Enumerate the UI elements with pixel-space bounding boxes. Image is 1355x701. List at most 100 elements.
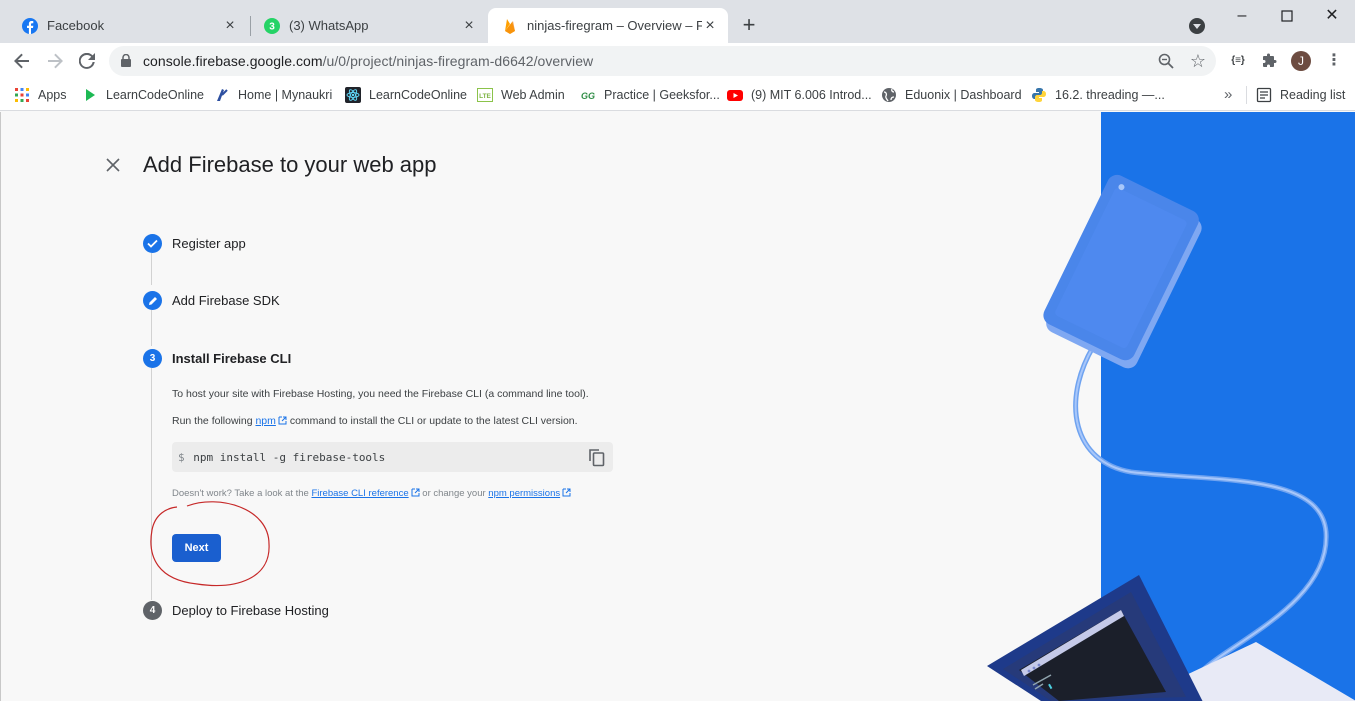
command-text[interactable]: $ npm install -g firebase-tools [178, 451, 385, 464]
step-4-label: Deploy to Firebase Hosting [172, 603, 329, 618]
mynaukri-icon [217, 89, 228, 101]
npm-link[interactable]: npm [255, 415, 275, 427]
bookmark-youtube-mit[interactable]: (9) MIT 6.006 Introd... [727, 85, 872, 105]
tab-whatsapp[interactable]: 3 (3) WhatsApp × [250, 8, 487, 43]
back-arrow-icon[interactable] [10, 49, 34, 73]
command-value: npm install -g firebase-tools [193, 451, 386, 464]
profile-avatar[interactable]: J [1291, 51, 1311, 71]
step-1-label: Register app [172, 236, 246, 251]
url-text: console.firebase.google.com/u/0/project/… [143, 53, 593, 69]
bookmark-learncodeonline[interactable]: LearnCodeOnline [82, 85, 204, 105]
step-3-number: 3 [143, 349, 162, 368]
install-run-text: Run the following npm command to install… [172, 415, 578, 427]
whatsapp-icon: 3 [264, 17, 280, 34]
firebase-icon [505, 18, 515, 34]
command-snippet[interactable]: $ npm install -g firebase-tools [172, 442, 613, 472]
reload-icon[interactable] [75, 49, 99, 73]
firebase-cli-reference-link[interactable]: Firebase CLI reference [311, 488, 408, 499]
run-suffix: command to install the CLI or update to … [286, 415, 578, 427]
apps-grid-icon [15, 88, 29, 102]
bookmark-label: Practice | Geeksfor... [604, 88, 720, 102]
step-2-label: Add Firebase SDK [172, 293, 280, 308]
geeksforgeeks-icon: GG [581, 91, 595, 101]
next-button[interactable]: Next [172, 534, 221, 562]
url-host: console.firebase.google.com [143, 53, 323, 69]
bookmark-apps[interactable]: Apps [14, 85, 67, 105]
tab-title: Facebook [47, 18, 105, 33]
bookmarks-divider [1246, 86, 1247, 104]
help-mid: or change your [419, 488, 489, 499]
forward-arrow-icon[interactable] [43, 49, 67, 73]
tab-strip: Facebook × 3 (3) WhatsApp × ninjas-fireg… [0, 0, 1355, 43]
address-bar[interactable]: console.firebase.google.com/u/0/project/… [109, 46, 1216, 76]
python-icon [1032, 88, 1046, 102]
hosting-illustration [987, 174, 1355, 701]
run-prefix: Run the following [172, 415, 256, 427]
maximize-icon[interactable] [1275, 6, 1299, 26]
help-prefix: Doesn't work? Take a look at the [172, 488, 312, 499]
page-title: Add Firebase to your web app [143, 152, 437, 177]
step-3-label: Install Firebase CLI [172, 351, 292, 366]
tab-title: ninjas-firegram – Overview – Fire [527, 18, 702, 33]
tab-search-icon[interactable] [1189, 18, 1205, 34]
firebase-setup-page: Add Firebase to your web app Register ap… [0, 112, 1355, 701]
bookmark-label: LearnCodeOnline [106, 88, 204, 102]
bookmark-star-icon[interactable]: ☆ [1190, 51, 1206, 71]
lock-icon [121, 54, 131, 67]
reading-list-icon [1256, 87, 1272, 103]
kebab-menu-icon[interactable]: ⋮ [1322, 49, 1346, 73]
external-link-icon[interactable] [562, 488, 571, 497]
bookmark-label: LearnCodeOnline [369, 88, 467, 102]
bookmark-label: Eduonix | Dashboard [905, 88, 1022, 102]
help-text: Doesn't work? Take a look at the Firebas… [172, 488, 571, 499]
stepper-rail [151, 310, 152, 346]
url-path: /u/0/project/ninjas-firegram-d6642/overv… [322, 53, 594, 69]
play-triangle-icon [86, 89, 95, 101]
close-tab-icon[interactable]: × [702, 17, 718, 34]
step-4-number: 4 [143, 601, 162, 620]
step-1-check-icon [143, 234, 162, 253]
bookmark-label: 16.2. threading —... [1055, 88, 1165, 102]
install-intro-text: To host your site with Firebase Hosting,… [172, 388, 589, 400]
youtube-icon [727, 90, 743, 101]
globe-icon [882, 88, 896, 102]
react-atom-icon [345, 87, 361, 103]
bookmark-label: Apps [38, 88, 67, 102]
minimize-icon[interactable]: – [1230, 6, 1254, 26]
bookmark-web-admin[interactable]: LTE Web Admin [477, 85, 565, 105]
close-tab-icon[interactable]: × [222, 17, 238, 34]
external-link-icon[interactable] [278, 416, 287, 425]
extension-json-icon[interactable]: {≡} [1226, 49, 1250, 73]
close-icon[interactable] [105, 157, 121, 173]
stepper-rail [151, 253, 152, 285]
bookmark-label: Web Admin [501, 88, 565, 102]
copy-icon[interactable] [588, 448, 606, 467]
lte-icon: LTE [477, 88, 493, 102]
phone-shape [1043, 174, 1202, 369]
bookmark-mynaukri[interactable]: Home | Mynaukri [214, 85, 332, 105]
close-tab-icon[interactable]: × [461, 17, 477, 34]
new-tab-plus-icon[interactable]: + [739, 14, 759, 36]
bookmark-eduonix[interactable]: Eduonix | Dashboard [881, 85, 1022, 105]
bookmark-geeksforgeeks[interactable]: GG Practice | Geeksfor... [580, 85, 720, 105]
tab-title: (3) WhatsApp [289, 18, 369, 33]
svg-text:GG: GG [581, 91, 595, 101]
bookmark-python-threading[interactable]: 16.2. threading —... [1031, 85, 1165, 105]
bookmark-label: (9) MIT 6.006 Introd... [751, 88, 872, 102]
npm-permissions-link[interactable]: npm permissions [488, 488, 560, 499]
browser-toolbar: console.firebase.google.com/u/0/project/… [0, 43, 1355, 79]
bookmark-label: Home | Mynaukri [238, 88, 333, 102]
tab-firebase[interactable]: ninjas-firegram – Overview – Fire × [488, 8, 728, 43]
external-link-icon[interactable] [411, 488, 420, 497]
bookmark-learncodeonline-2[interactable]: LearnCodeOnline [345, 85, 467, 105]
facebook-icon [22, 17, 38, 34]
tab-facebook[interactable]: Facebook × [8, 8, 248, 43]
reading-list-label: Reading list [1280, 88, 1346, 102]
window-close-icon[interactable]: ✕ [1320, 6, 1344, 26]
extensions-puzzle-icon[interactable] [1258, 49, 1282, 73]
zoom-icon[interactable] [1158, 53, 1174, 69]
bookmarks-overflow-chevron-icon[interactable]: » [1224, 86, 1232, 103]
step-2-edit-icon [143, 291, 162, 310]
reading-list-button[interactable]: Reading list [1256, 85, 1345, 105]
svg-text:3: 3 [269, 21, 275, 32]
